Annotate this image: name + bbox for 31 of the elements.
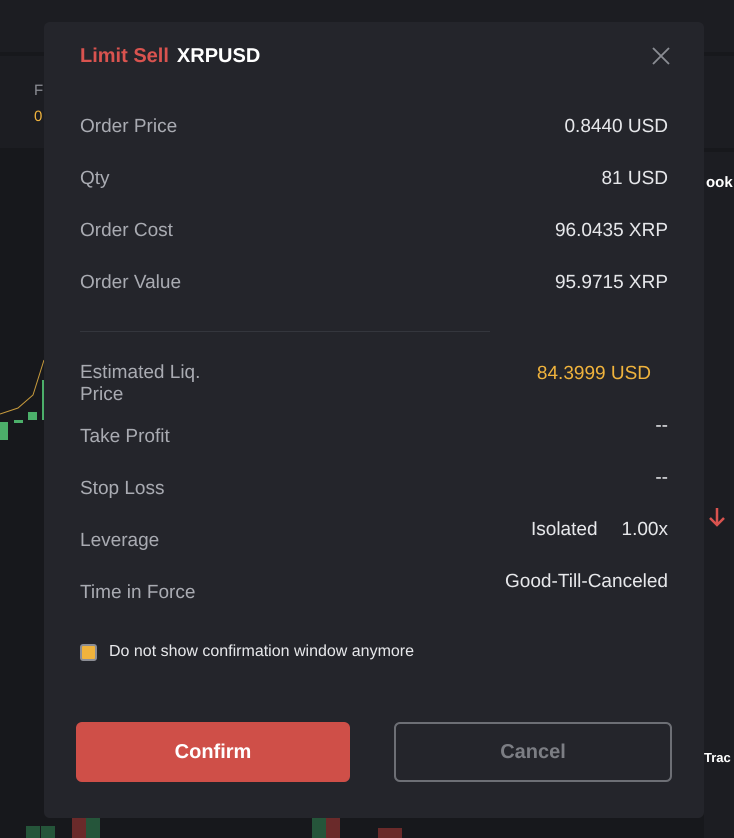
detail-value: Isolated [530,518,598,542]
summary-label: Order Price [80,115,178,139]
down-arrow-icon [708,506,726,528]
detail-label: Take Profit [80,426,171,448]
checkbox[interactable] [80,644,97,660]
summary-value: 81 USD [601,167,668,191]
panel-heading: ook [706,173,733,193]
detail-value: -- [655,414,668,438]
detail-value: 84.3999 USD [536,362,651,386]
detail-value: -- [655,466,668,490]
summary-value: 96.0435 XRP [554,219,668,243]
confirm-button[interactable]: Confirm [76,722,350,782]
summary-value: 95.9715 XRP [554,271,668,295]
cancel-button[interactable]: Cancel [394,722,672,782]
detail-label: Leverage [80,530,160,552]
summary-value: 0.8440 USD [564,115,668,139]
detail-label: Estimated Liq. Price [80,362,202,406]
close-button[interactable] [650,45,672,67]
detail-value: 1.00x [622,518,668,542]
ticker-value: 0 [34,107,42,127]
ticker-label: F [34,81,44,101]
detail-label: Stop Loss [80,478,166,500]
panel-heading: Trac [704,749,731,767]
order-type-title: Limit Sell [80,44,169,69]
summary-label: Qty [80,167,110,191]
symbol-title: XRPUSD [176,44,260,69]
detail-value: Good-Till-Canceled [505,570,668,594]
checkbox-label: Do not show confirmation window anymore [109,642,414,662]
detail-label: Time in Force [80,582,196,604]
summary-label: Order Value [80,271,182,295]
summary-label: Order Cost [80,219,173,243]
